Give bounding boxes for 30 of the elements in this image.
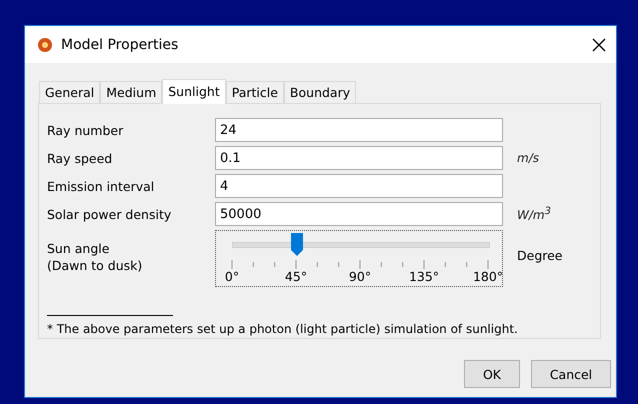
tick-label: 90° xyxy=(348,269,372,284)
cancel-button[interactable]: Cancel xyxy=(531,360,611,388)
input-field[interactable]: 50000 xyxy=(215,202,503,226)
window-title: Model Properties xyxy=(61,36,180,52)
field-label: Emission interval xyxy=(47,178,156,194)
tab[interactable]: Boundary xyxy=(284,81,356,103)
ok-button[interactable]: OK xyxy=(464,360,520,388)
tick-label: 135° xyxy=(408,269,440,284)
app-icon xyxy=(37,36,53,52)
slider-thumb[interactable] xyxy=(290,233,304,256)
tab[interactable]: General xyxy=(39,81,100,103)
tab[interactable]: Medium xyxy=(100,81,162,103)
tick-label: 180° xyxy=(472,269,504,284)
field-label: Solar power density xyxy=(47,206,172,222)
sun-angle-slider[interactable]: 0° 45° 90° 135° 180° xyxy=(215,230,503,287)
close-icon[interactable] xyxy=(592,38,606,52)
sun-angle-label: Sun angle (Dawn to dusk) xyxy=(47,240,144,275)
field-label: Ray number xyxy=(47,122,124,138)
unit-label: W/m$^{3}$ xyxy=(517,206,551,222)
tab[interactable]: Particle xyxy=(226,81,284,103)
tick-label: 0° xyxy=(224,269,240,284)
field-label: Ray speed xyxy=(47,150,114,166)
unit-label: m/s xyxy=(517,151,539,165)
unit-label: Degree xyxy=(517,247,562,265)
tick-label: 45° xyxy=(284,269,308,284)
input-field[interactable]: 4 xyxy=(215,174,503,198)
tab[interactable]: Sunlight xyxy=(162,79,226,104)
footnote: * The above parameters set up a photon (light particle) simulation of sunlight. xyxy=(47,322,519,336)
input-field[interactable]: 24 xyxy=(215,118,503,142)
input-field[interactable]: 0.1 xyxy=(215,146,503,170)
